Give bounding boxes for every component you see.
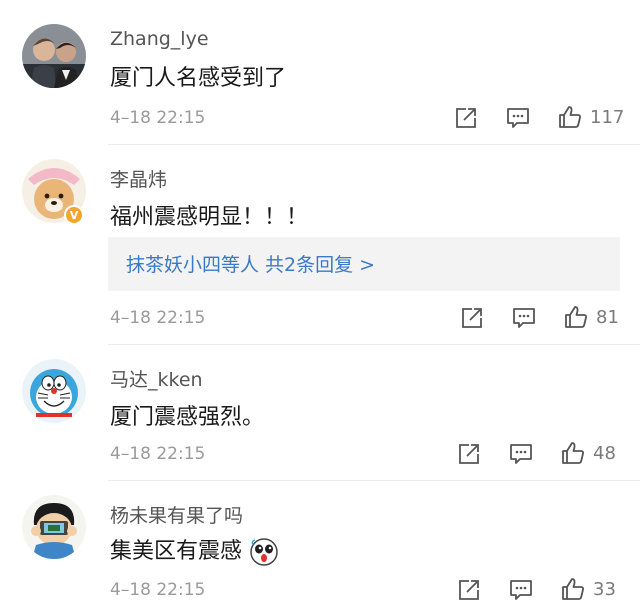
verified-badge-label: V (69, 208, 79, 222)
like-count: 33 (593, 578, 616, 600)
like-button[interactable]: 33 (560, 576, 616, 602)
thumbs-up-icon (562, 578, 584, 600)
comment-bubble-icon (510, 444, 532, 464)
verified-v-icon: V (64, 205, 84, 225)
like-button[interactable]: 117 (557, 104, 624, 130)
comment-item: Zhang_lye 厦门人名感受到了 4–18 22:15 117 (0, 0, 640, 145)
username[interactable]: 李晶炜 (110, 165, 167, 192)
comment-item: 马达_kken 厦门震感强烈。 4–18 22:15 48 (0, 345, 640, 481)
edit-share-icon (459, 444, 479, 464)
avatar[interactable] (22, 495, 86, 559)
avatar[interactable] (22, 359, 86, 423)
doraemon-avatar-icon (22, 359, 86, 423)
comment-item: 杨未果有果了吗 集美区有震感 4–18 22:15 33 (0, 481, 640, 616)
comment-button[interactable] (508, 577, 534, 603)
timestamp: 4–18 22:15 (110, 580, 206, 600)
username[interactable]: Zhang_lye (110, 28, 209, 50)
timestamp: 4–18 22:15 (110, 308, 206, 328)
scared-face-emoji-icon (250, 538, 278, 566)
comment-item: V 李晶炜 福州震感明显！！！ 抹茶妖小四等人 共2条回复 > 4–18 22:… (0, 145, 640, 345)
comment-bubble-icon (507, 108, 529, 128)
like-button[interactable]: 48 (560, 440, 616, 466)
comment-text: 厦门震感强烈。 (110, 405, 265, 430)
timestamp: 4–18 22:15 (110, 444, 206, 464)
thumbs-up-icon (565, 306, 587, 328)
comment-bubble-icon (513, 308, 535, 328)
comment-button[interactable] (511, 305, 537, 331)
comment-text: 集美区有震感 (110, 533, 278, 566)
edit-share-icon (462, 308, 482, 328)
avatar[interactable] (22, 24, 86, 88)
username[interactable]: 杨未果有果了吗 (110, 501, 243, 528)
like-count: 117 (590, 106, 625, 128)
like-count: 81 (596, 306, 619, 328)
like-button[interactable]: 81 (563, 304, 619, 330)
repost-button[interactable] (456, 441, 482, 467)
repost-button[interactable] (459, 305, 485, 331)
comment-button[interactable] (505, 105, 531, 131)
thumbs-up-icon (559, 106, 581, 128)
comment-text: 福州震感明显！！！ (110, 205, 309, 230)
repost-button[interactable] (456, 577, 482, 603)
view-replies-link[interactable]: 抹茶妖小四等人 共2条回复 > (126, 250, 375, 277)
comment-button[interactable] (508, 441, 534, 467)
repost-button[interactable] (453, 105, 479, 131)
two-men-photo-avatar-icon (22, 24, 86, 88)
username[interactable]: 马达_kken (110, 365, 203, 392)
comment-bubble-icon (510, 580, 532, 600)
timestamp: 4–18 22:15 (110, 108, 206, 128)
comment-text: 厦门人名感受到了 (110, 66, 287, 91)
cartoon-boy-avatar-icon (22, 495, 86, 559)
comment-text-content: 集美区有震感 (110, 539, 243, 564)
like-count: 48 (593, 442, 616, 464)
edit-share-icon (456, 108, 476, 128)
edit-share-icon (459, 580, 479, 600)
replies-preview[interactable]: 抹茶妖小四等人 共2条回复 > (108, 237, 620, 291)
thumbs-up-icon (562, 442, 584, 464)
